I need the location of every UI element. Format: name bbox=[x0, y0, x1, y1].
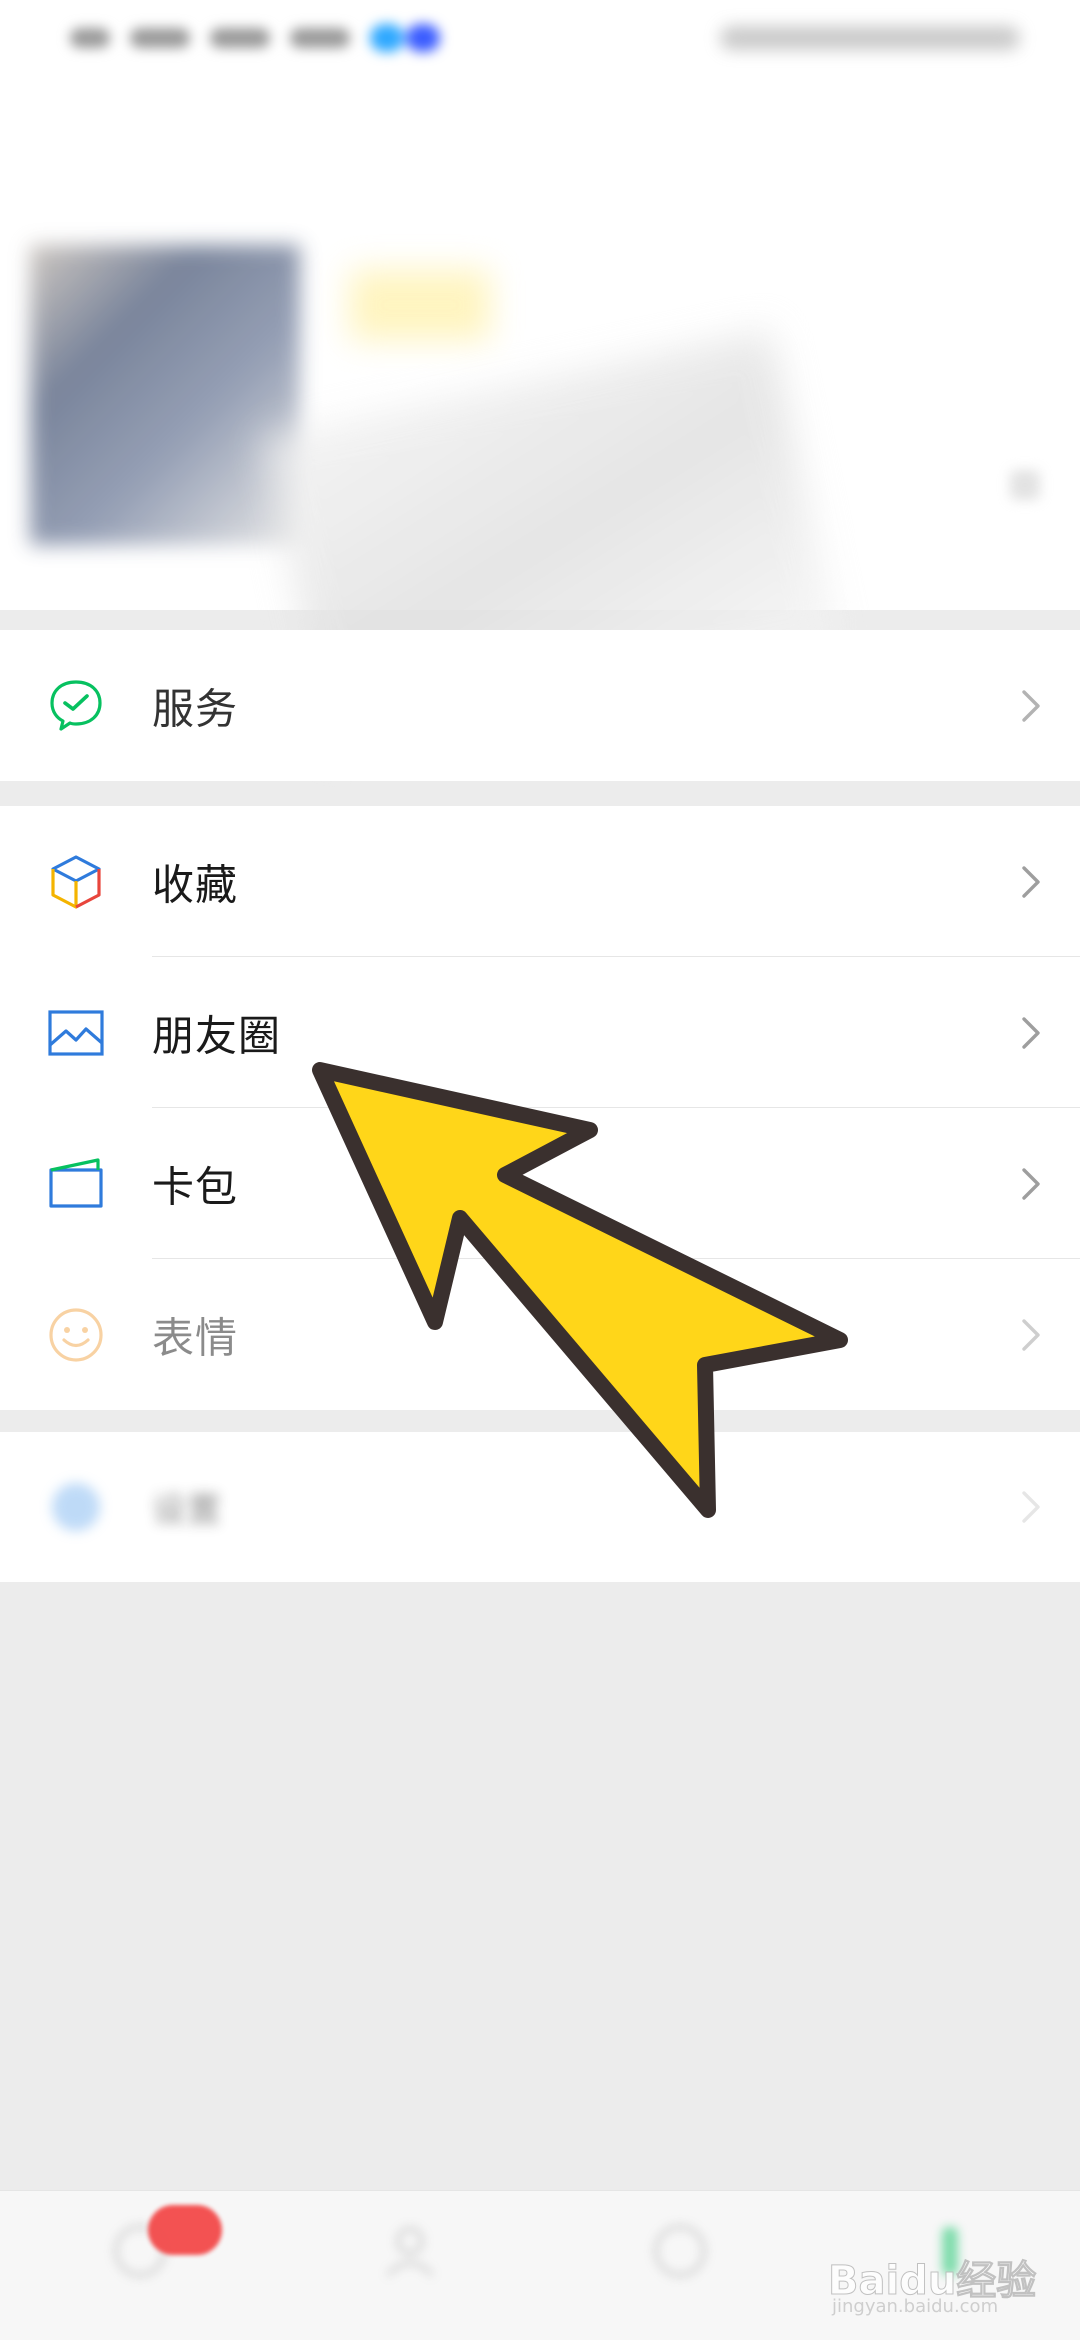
menu-label-settings: 设置 bbox=[152, 1490, 222, 1531]
compass-icon bbox=[650, 2221, 710, 2281]
profile-name-redacted bbox=[350, 270, 490, 340]
contacts-icon bbox=[380, 2221, 440, 2281]
favorites-cube-icon bbox=[46, 852, 106, 912]
profile-chevron-icon bbox=[1010, 470, 1040, 500]
status-icons-right bbox=[720, 26, 1020, 50]
baidu-watermark: Baidu经验 jingyan.baidu.com bbox=[827, 2228, 1068, 2328]
settings-icon bbox=[46, 1477, 106, 1537]
tab-contacts[interactable] bbox=[310, 2211, 510, 2331]
menu-item-services[interactable]: 服务 bbox=[0, 630, 1080, 781]
chevron-right-icon bbox=[1016, 1315, 1046, 1355]
status-icons-left bbox=[70, 18, 450, 58]
avatar[interactable] bbox=[30, 245, 300, 545]
chevron-right-icon bbox=[1016, 686, 1046, 726]
moments-picture-icon bbox=[46, 1003, 106, 1063]
chevron-right-icon bbox=[1016, 1487, 1046, 1527]
watermark-subtext: jingyan.baidu.com bbox=[832, 2296, 999, 2317]
pointer-arrow-icon bbox=[312, 1062, 848, 1518]
tab-discover[interactable] bbox=[580, 2211, 780, 2331]
chevron-right-icon bbox=[1016, 1164, 1046, 1204]
menu-label-favorites: 收藏 bbox=[152, 860, 239, 909]
status-bar bbox=[0, 0, 1080, 80]
menu-item-favorites[interactable]: 收藏 bbox=[0, 806, 1080, 957]
menu-label-moments: 朋友圈 bbox=[152, 1011, 282, 1060]
sticker-smiley-icon bbox=[46, 1305, 106, 1365]
chevron-right-icon bbox=[1016, 1013, 1046, 1053]
menu-label-stickers: 表情 bbox=[152, 1313, 239, 1362]
menu-group-services: 服务 bbox=[0, 630, 1080, 781]
card-wallet-icon bbox=[46, 1154, 106, 1214]
unread-badge bbox=[148, 2205, 222, 2255]
profile-header[interactable] bbox=[0, 80, 1080, 751]
menu-label-cards: 卡包 bbox=[152, 1162, 239, 1211]
services-icon bbox=[46, 676, 106, 736]
menu-label-services: 服务 bbox=[152, 684, 239, 733]
chevron-right-icon bbox=[1016, 862, 1046, 902]
